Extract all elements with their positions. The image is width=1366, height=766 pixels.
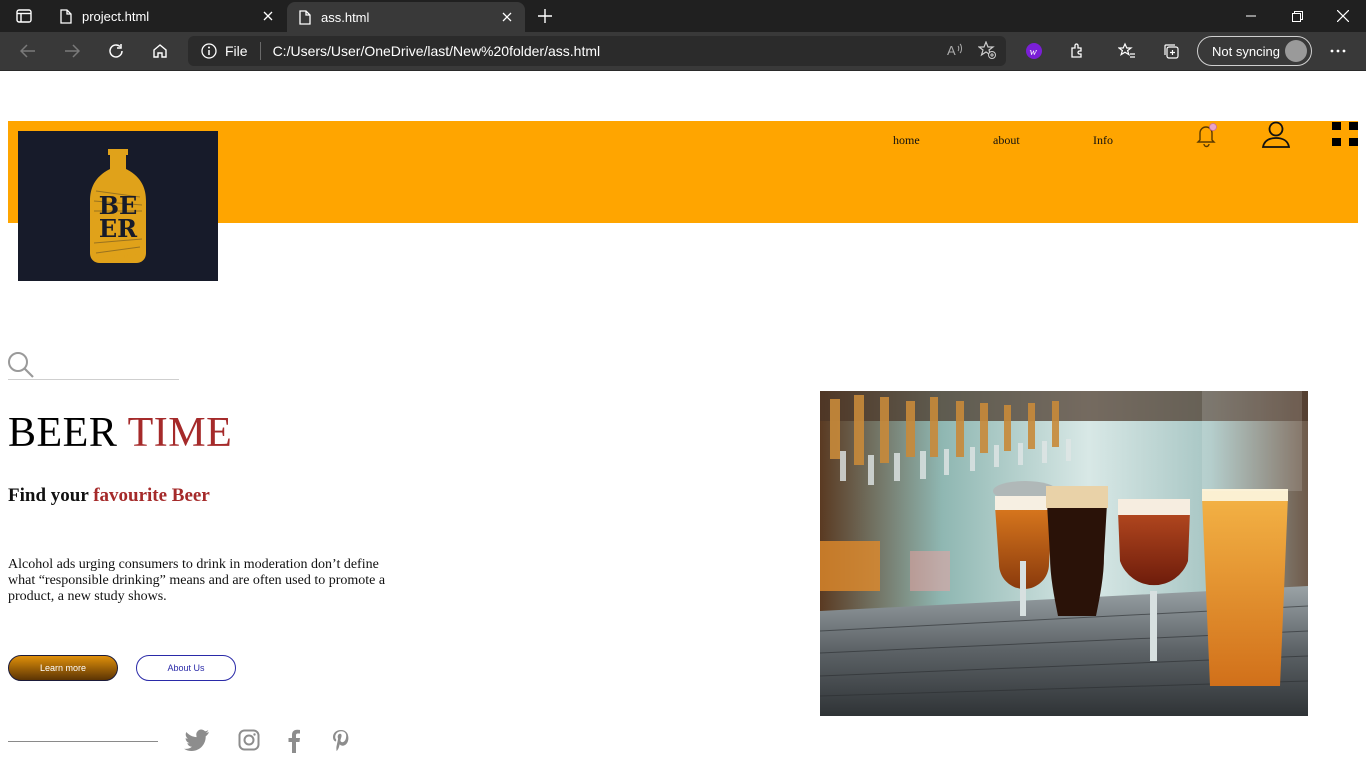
- forward-icon[interactable]: [56, 37, 88, 65]
- close-window-icon[interactable]: [1320, 0, 1366, 32]
- search-input[interactable]: [8, 379, 179, 380]
- close-tab-icon[interactable]: [493, 3, 521, 31]
- scheme-label: File: [225, 43, 248, 59]
- about-us-button[interactable]: About Us: [136, 655, 236, 681]
- beer-taps-photo: [820, 391, 1308, 716]
- sync-status: Not syncing: [1212, 43, 1280, 59]
- nav-info-link[interactable]: Info: [1093, 133, 1113, 148]
- browser-toolbar: File C:/Users/User/OneDrive/last/New%20f…: [0, 32, 1366, 71]
- more-options-icon[interactable]: [1322, 37, 1354, 65]
- logo-tagline: ORIGINAL TASTE: [97, 254, 138, 260]
- new-tab-icon[interactable]: [533, 4, 557, 28]
- tab-project[interactable]: project.html: [48, 0, 286, 32]
- close-tab-icon[interactable]: [254, 2, 282, 30]
- logo-word-bottom: ER: [99, 214, 138, 243]
- pinterest-icon[interactable]: [331, 729, 351, 758]
- avatar: [1285, 40, 1307, 62]
- favorites-icon[interactable]: [1111, 37, 1143, 65]
- browser-tab-bar: project.html ass.html: [0, 0, 1366, 32]
- instagram-icon[interactable]: [238, 729, 260, 756]
- read-aloud-icon[interactable]: A: [946, 41, 964, 64]
- tab-actions-icon[interactable]: [10, 6, 38, 26]
- divider: [259, 42, 261, 60]
- restore-icon[interactable]: [1274, 0, 1320, 32]
- apps-grid-icon[interactable]: [1332, 122, 1358, 146]
- subhead-part-2: favourite Beer: [93, 485, 210, 506]
- url-text[interactable]: C:/Users/User/OneDrive/last/New%20folder…: [273, 43, 601, 59]
- file-icon: [299, 9, 311, 25]
- minimize-icon[interactable]: [1228, 0, 1274, 32]
- page-subheadline: Find your favourite Beer: [8, 485, 210, 507]
- intro-paragraph: Alcohol ads urging consumers to drink in…: [8, 557, 386, 604]
- web-page: BE ER ORIGINAL TASTE home about Info BEE…: [0, 71, 1366, 766]
- page-headline: BEER TIME: [8, 409, 232, 457]
- tab-title: ass.html: [321, 9, 370, 25]
- file-icon: [60, 8, 72, 24]
- svg-text:A: A: [947, 43, 956, 58]
- tab-ass[interactable]: ass.html: [287, 2, 525, 32]
- address-bar[interactable]: File C:/Users/User/OneDrive/last/New%20f…: [188, 36, 1006, 66]
- svg-text:w: w: [1030, 46, 1038, 58]
- tab-title: project.html: [82, 8, 150, 24]
- profile-sync-button[interactable]: Not syncing: [1197, 36, 1312, 66]
- extensions-icon[interactable]: [1062, 37, 1094, 65]
- headline-part-2: TIME: [127, 410, 233, 456]
- back-icon[interactable]: [12, 37, 44, 65]
- beer-logo: BE ER ORIGINAL TASTE: [18, 131, 218, 281]
- nav-about-link[interactable]: about: [993, 133, 1020, 148]
- extension-w-icon[interactable]: w: [1018, 37, 1050, 65]
- twitter-icon[interactable]: [184, 729, 210, 756]
- nav-home-link[interactable]: home: [893, 133, 920, 148]
- divider: [8, 741, 158, 742]
- info-icon[interactable]: [201, 43, 217, 59]
- subhead-part-1: Find your: [8, 485, 94, 506]
- facebook-icon[interactable]: [287, 729, 301, 758]
- headline-part-1: BEER: [8, 410, 128, 456]
- collections-icon[interactable]: [1155, 37, 1187, 65]
- refresh-icon[interactable]: [100, 37, 132, 65]
- add-favorite-icon[interactable]: [977, 40, 996, 64]
- user-icon[interactable]: [1261, 121, 1291, 154]
- learn-more-button[interactable]: Learn more: [8, 655, 118, 681]
- home-icon[interactable]: [144, 37, 176, 65]
- bell-icon[interactable]: [1196, 122, 1218, 153]
